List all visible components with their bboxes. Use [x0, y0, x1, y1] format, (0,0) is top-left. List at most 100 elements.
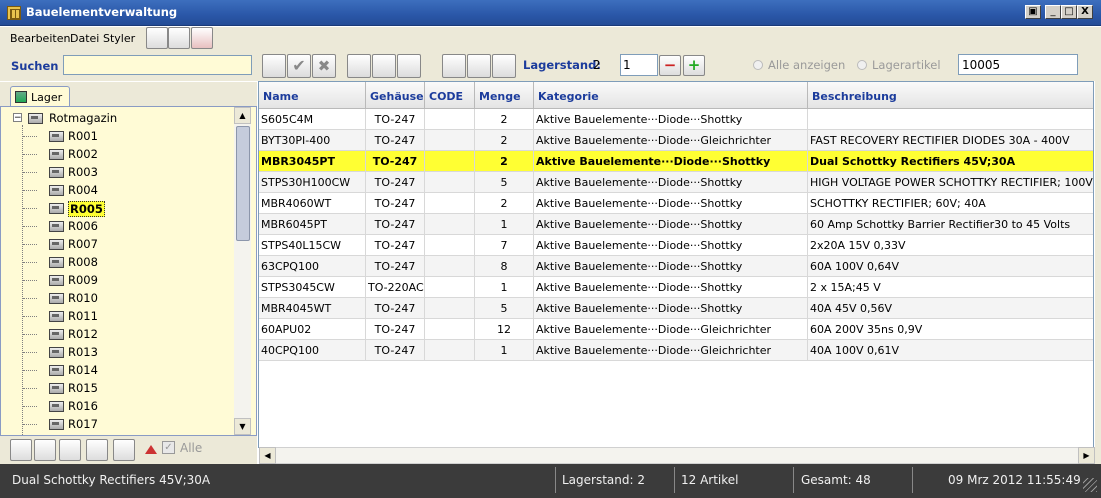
move-icon[interactable] [492, 54, 516, 78]
copy-icon[interactable] [347, 54, 371, 78]
tree-item[interactable]: R003 [1, 163, 235, 181]
export-icon[interactable] [397, 54, 421, 78]
chip-assign-icon[interactable] [467, 54, 491, 78]
tree-item[interactable]: R011 [1, 307, 235, 325]
table-cell: 40CPQ100 [259, 340, 366, 361]
restore-icon[interactable]: ▣ [1025, 5, 1041, 19]
edit-folder-button[interactable] [59, 439, 81, 461]
table-row[interactable]: MBR6045PT TO-247 1 Aktive Bauelemente···Dio… [259, 214, 1093, 235]
table-row[interactable]: BYT30PI-400 TO-247 2 Aktive Bauelemente···D… [259, 130, 1093, 151]
table-row[interactable]: STPS3045CW TO-220AC 1 Aktive Bauelemente···… [259, 277, 1093, 298]
tree-item[interactable]: R005 [1, 199, 235, 217]
tab-lager[interactable]: Lager [10, 86, 70, 108]
menu-datei[interactable]: Datei [70, 32, 99, 45]
scroll-left-icon[interactable]: ◀ [259, 447, 276, 464]
tree-item[interactable]: R008 [1, 253, 235, 271]
table-cell: 8 [475, 256, 534, 277]
tree-root[interactable]: − Rotmagazin [1, 109, 235, 127]
chip-icon[interactable] [146, 27, 168, 49]
table-row[interactable]: MBR4045WT TO-247 5 Aktive Bauelemente···Dio… [259, 298, 1093, 319]
edit-icon[interactable] [262, 54, 286, 78]
add-folder-button[interactable] [34, 439, 56, 461]
tree-item[interactable]: R007 [1, 235, 235, 253]
status-separator [674, 467, 675, 493]
table-row[interactable]: STPS30H100CW TO-247 5 Aktive Bauelemente···… [259, 172, 1093, 193]
tree-item[interactable]: R004 [1, 181, 235, 199]
column-header[interactable]: Name [259, 82, 366, 109]
tree-item[interactable]: R012 [1, 325, 235, 343]
horizontal-scrollbar[interactable] [259, 447, 1095, 464]
scroll-down-icon[interactable]: ▼ [234, 418, 251, 435]
tree-item[interactable]: R009 [1, 271, 235, 289]
table-row[interactable]: 40CPQ100 TO-247 1 Aktive Bauelemente···Diod… [259, 340, 1093, 361]
new-record-icon[interactable] [372, 54, 396, 78]
status-datetime: 09 Mrz 2012 11:55:49 [948, 473, 1081, 487]
tree-item[interactable]: R006 [1, 217, 235, 235]
close-button[interactable]: X [1077, 5, 1093, 19]
tree-item-label: R010 [68, 291, 98, 305]
tree-item[interactable]: R016 [1, 397, 235, 415]
confirm-icon[interactable]: ✔ [287, 54, 311, 78]
list-icon[interactable] [168, 27, 190, 49]
tree-view[interactable]: − Rotmagazin R001 R002 R003 R004 R005 R006 R00… [0, 106, 257, 436]
scroll-right-icon[interactable]: ▶ [1078, 447, 1095, 464]
table-row[interactable]: MBR4060WT TO-247 2 Aktive Bauelemente···Dio… [259, 193, 1093, 214]
table-row[interactable]: S605C4M TO-247 2 Aktive Bauelemente···Diode… [259, 109, 1093, 130]
collapse-icon[interactable]: − [13, 113, 22, 123]
lager-tab-icon [15, 91, 27, 103]
right-edge [1095, 81, 1101, 464]
menu-styler[interactable]: Styler [103, 32, 135, 45]
slot-icon [49, 221, 64, 232]
import-icon[interactable] [442, 54, 466, 78]
tree-item[interactable]: R015 [1, 379, 235, 397]
search-input[interactable] [63, 55, 252, 75]
quantity-input[interactable] [620, 54, 658, 76]
status-gesamt: Gesamt: 48 [801, 473, 871, 487]
resize-grip-icon[interactable] [1083, 478, 1097, 492]
tree-item[interactable]: R001 [1, 127, 235, 145]
minus-button[interactable]: − [659, 55, 681, 76]
table-row[interactable]: 63CPQ100 TO-247 8 Aktive Bauelemente···Diod… [259, 256, 1093, 277]
delete-folder-button[interactable] [86, 439, 108, 461]
list-add-button[interactable] [113, 439, 135, 461]
column-header[interactable]: Gehäuse [366, 82, 425, 109]
table-cell [425, 298, 475, 319]
table-row[interactable]: MBR3045PT TO-247 2 Aktive Bauelemente···Dio… [259, 151, 1093, 172]
tree-item-label: R013 [68, 345, 98, 359]
table-cell: Aktive Bauelemente···Diode···Shottky [534, 214, 808, 235]
column-header[interactable]: Beschreibung [808, 82, 1093, 109]
tree-item[interactable]: R002 [1, 145, 235, 163]
table-cell: 1 [475, 214, 534, 235]
tree-item[interactable]: R014 [1, 361, 235, 379]
table-cell: 2 x 15A;45 V [808, 277, 1093, 298]
open-slot-icon [49, 203, 64, 214]
tree-scroll-thumb[interactable] [236, 126, 250, 241]
table-cell: TO-247 [366, 319, 425, 340]
cancel-icon[interactable]: ✖ [312, 54, 336, 78]
column-header[interactable]: Kategorie [534, 82, 808, 109]
table-row[interactable]: STPS40L15CW TO-247 7 Aktive Bauelemente···D… [259, 235, 1093, 256]
tree-connector [23, 334, 37, 335]
alle-anzeigen-radio[interactable] [753, 60, 763, 70]
menu-bearbeiten[interactable]: Bearbeiten [10, 32, 70, 45]
column-header[interactable]: Menge [475, 82, 534, 109]
pdf-icon[interactable] [191, 27, 213, 49]
tree-icon-button[interactable] [10, 439, 32, 461]
table-row[interactable]: 60APU02 TO-247 12 Aktive Bauelemente···Diod… [259, 319, 1093, 340]
tree-item[interactable]: R013 [1, 343, 235, 361]
lagerartikel-radio[interactable] [857, 60, 867, 70]
plus-button[interactable]: + [683, 55, 705, 76]
tree-item-label: R003 [68, 165, 98, 179]
tree-item[interactable]: R017 [1, 415, 235, 433]
table-cell: 40A 45V 0,56V [808, 298, 1093, 319]
maximize-button[interactable]: □ [1061, 5, 1077, 19]
minimize-button[interactable]: _ [1045, 5, 1061, 19]
tree-item[interactable]: R010 [1, 289, 235, 307]
column-header[interactable]: CODE [425, 82, 475, 109]
parts-table[interactable]: Name Gehäuse CODE Menge Kategorie Beschreibun… [258, 81, 1094, 448]
status-lagerstand: Lagerstand: 2 [562, 473, 645, 487]
table-cell: TO-247 [366, 172, 425, 193]
filter-input[interactable] [958, 54, 1078, 75]
alle-checkbox[interactable]: ✓ [162, 441, 175, 454]
scroll-up-icon[interactable]: ▲ [234, 107, 251, 124]
